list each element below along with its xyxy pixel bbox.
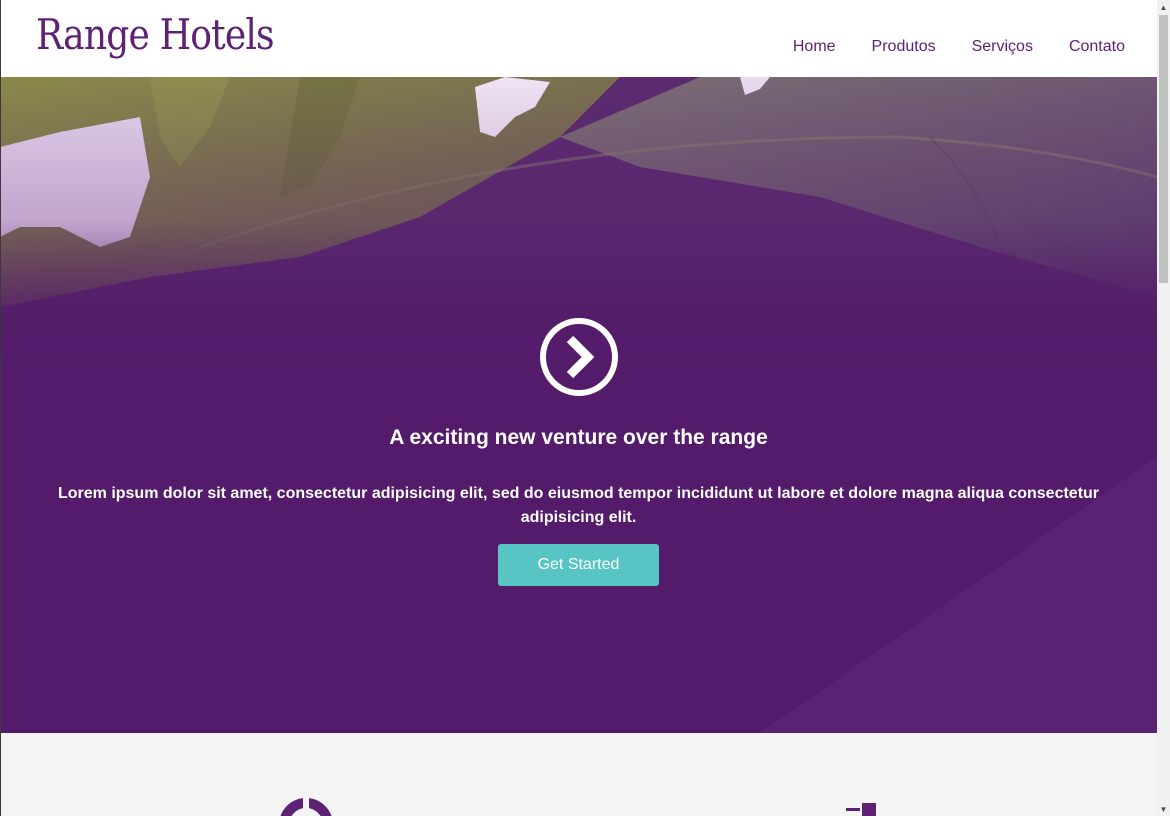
hero-title: A exciting new venture over the range	[389, 426, 768, 449]
scrollbar-thumb[interactable]	[1159, 15, 1168, 283]
hero-description: Lorem ipsum dolor sit amet, consectetur …	[57, 485, 1100, 526]
nav-home-link[interactable]: Home	[793, 38, 836, 56]
site-header: Range Hotels Home Produtos Serviços Cont…	[0, 0, 1157, 77]
scroll-up-arrow-icon[interactable]: ▲	[1157, 0, 1170, 14]
hero-content: A exciting new venture over the range Lo…	[0, 77, 1157, 733]
features-section	[0, 733, 1157, 816]
get-started-button[interactable]: Get Started	[498, 544, 659, 586]
site-logo[interactable]: Range Hotels	[36, 10, 275, 59]
page: Range Hotels Home Produtos Serviços Cont…	[0, 0, 1170, 816]
vertical-scrollbar[interactable]: ▲ ▼	[1157, 0, 1170, 816]
nav-contato-link[interactable]: Contato	[1069, 38, 1125, 56]
hero-section: A exciting new venture over the range Lo…	[0, 77, 1157, 733]
main-nav: Home Produtos Serviços Contato	[793, 38, 1125, 56]
ring-icon	[280, 797, 332, 816]
nav-servicos-link[interactable]: Serviços	[972, 38, 1033, 56]
square-icon	[846, 803, 876, 816]
window-left-border	[0, 0, 1, 816]
scroll-down-arrow-icon[interactable]: ▼	[1157, 802, 1170, 816]
chevron-circle-right-icon[interactable]	[538, 316, 620, 398]
nav-produtos-link[interactable]: Produtos	[872, 38, 936, 56]
